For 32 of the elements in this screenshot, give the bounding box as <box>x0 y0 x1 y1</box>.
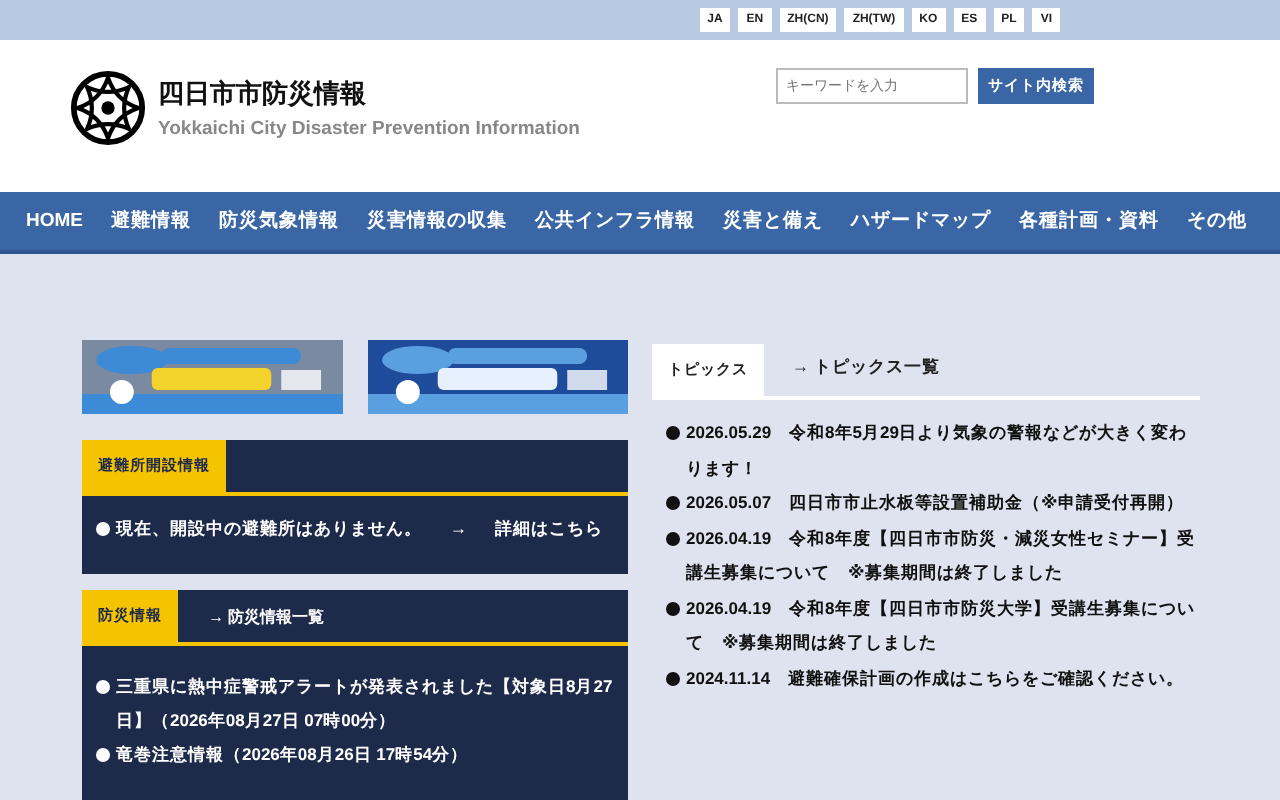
nav-link[interactable]: ハザードマップ <box>851 208 991 234</box>
news-link[interactable]: 三重県に熱中症警戒アラートが発表されました【対象日8月27日】（2026年08月27日 07時00分） <box>116 670 614 738</box>
nav-link[interactable]: その他 <box>1187 208 1247 234</box>
nav-link[interactable]: 公共インフラ情報 <box>535 208 695 234</box>
list-link[interactable]: → 防災情報一覧 <box>208 605 325 627</box>
topics-tab[interactable]: → トピックス一覧 <box>764 340 956 396</box>
bullet-icon <box>666 531 680 545</box>
bullet-icon <box>96 522 110 536</box>
nav-link[interactable]: 災害と備え <box>723 208 823 234</box>
topic-link[interactable]: 2026.04.19 令和8年度【四日市市防災・減災女性セミナー】受講生募集について ※募集期間は終了しました <box>686 521 1200 591</box>
bullet-icon <box>96 748 110 762</box>
notice-text: 現在、開設中の避難所はありません。 <box>116 516 422 542</box>
site-subtitle: Yokkaichi City Disaster Prevention Information <box>158 118 580 140</box>
bullet-icon <box>666 496 680 510</box>
nav-link[interactable]: 防災気象情報 <box>219 208 339 234</box>
news-link[interactable]: 竜巻注意情報（2026年08月26日 17時54分） <box>116 738 469 772</box>
nav-link[interactable]: 災害情報の収集 <box>367 208 507 234</box>
topic-link[interactable]: 2026.04.19 令和8年度【四日市市防災大学】受講生募集について ※募集期間は終了しました <box>686 591 1200 661</box>
topic-link[interactable]: 2026.05.29 令和8年5月29日より気象の警報などが大きく変わります！ <box>686 416 1200 486</box>
nav-link[interactable]: 避難情報 <box>111 208 191 234</box>
bullet-icon <box>666 426 680 440</box>
logo-icon <box>70 70 146 146</box>
bullet-icon <box>666 671 680 685</box>
arrow-text: → <box>450 516 467 542</box>
nav-link[interactable]: 各種計画・資料 <box>1019 208 1159 234</box>
site-title: 四日市市防災情報 <box>158 76 368 112</box>
bullet-icon <box>96 680 110 694</box>
topic-link[interactable]: 2026.05.07 四日市市止水板等設置補助金（※申請受付再開） <box>686 486 1184 521</box>
details-link[interactable]: 詳細はこちら <box>495 512 603 546</box>
bullet-icon <box>666 601 680 615</box>
topic-link[interactable]: 2024.11.14 避難確保計画の作成はこちらをご確認ください。 <box>686 661 1185 696</box>
nav-link[interactable]: HOME <box>26 210 83 232</box>
